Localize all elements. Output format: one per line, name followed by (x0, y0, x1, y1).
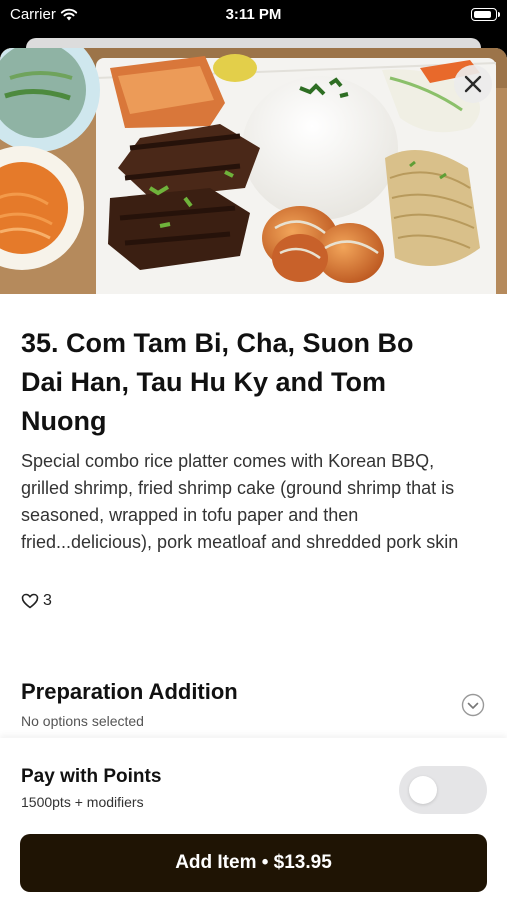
item-title: 35. Com Tam Bi, Cha, Suon Bo Dai Han, Ta… (21, 328, 414, 436)
like-button[interactable]: 3 (21, 592, 52, 610)
heart-icon (21, 593, 39, 609)
points-toggle[interactable] (399, 766, 487, 814)
status-bar: Carrier 3:11 PM (0, 0, 507, 34)
checkout-footer: Pay with Points 1500pts + modifiers Add … (0, 738, 507, 900)
item-detail-sheet: 35. Com Tam Bi, Cha, Suon Bo Dai Han, Ta… (0, 48, 507, 900)
preparation-status: No options selected (21, 713, 144, 729)
points-subtitle: 1500pts + modifiers (21, 794, 144, 810)
points-title: Pay with Points (21, 766, 162, 787)
toggle-knob (409, 776, 437, 804)
item-description: Special combo rice platter comes with Ko… (21, 451, 459, 552)
preparation-title: Preparation Addition (21, 679, 238, 704)
battery-icon (471, 8, 500, 21)
close-icon (464, 75, 482, 93)
item-photo (0, 48, 507, 294)
close-button[interactable] (454, 65, 492, 103)
like-count: 3 (43, 592, 52, 609)
status-time: 3:11 PM (225, 6, 282, 23)
preparation-expand-button[interactable] (461, 693, 485, 722)
chevron-down-icon (461, 693, 485, 717)
add-item-button[interactable]: Add Item • $13.95 (20, 834, 487, 892)
battery-fill (474, 11, 492, 18)
